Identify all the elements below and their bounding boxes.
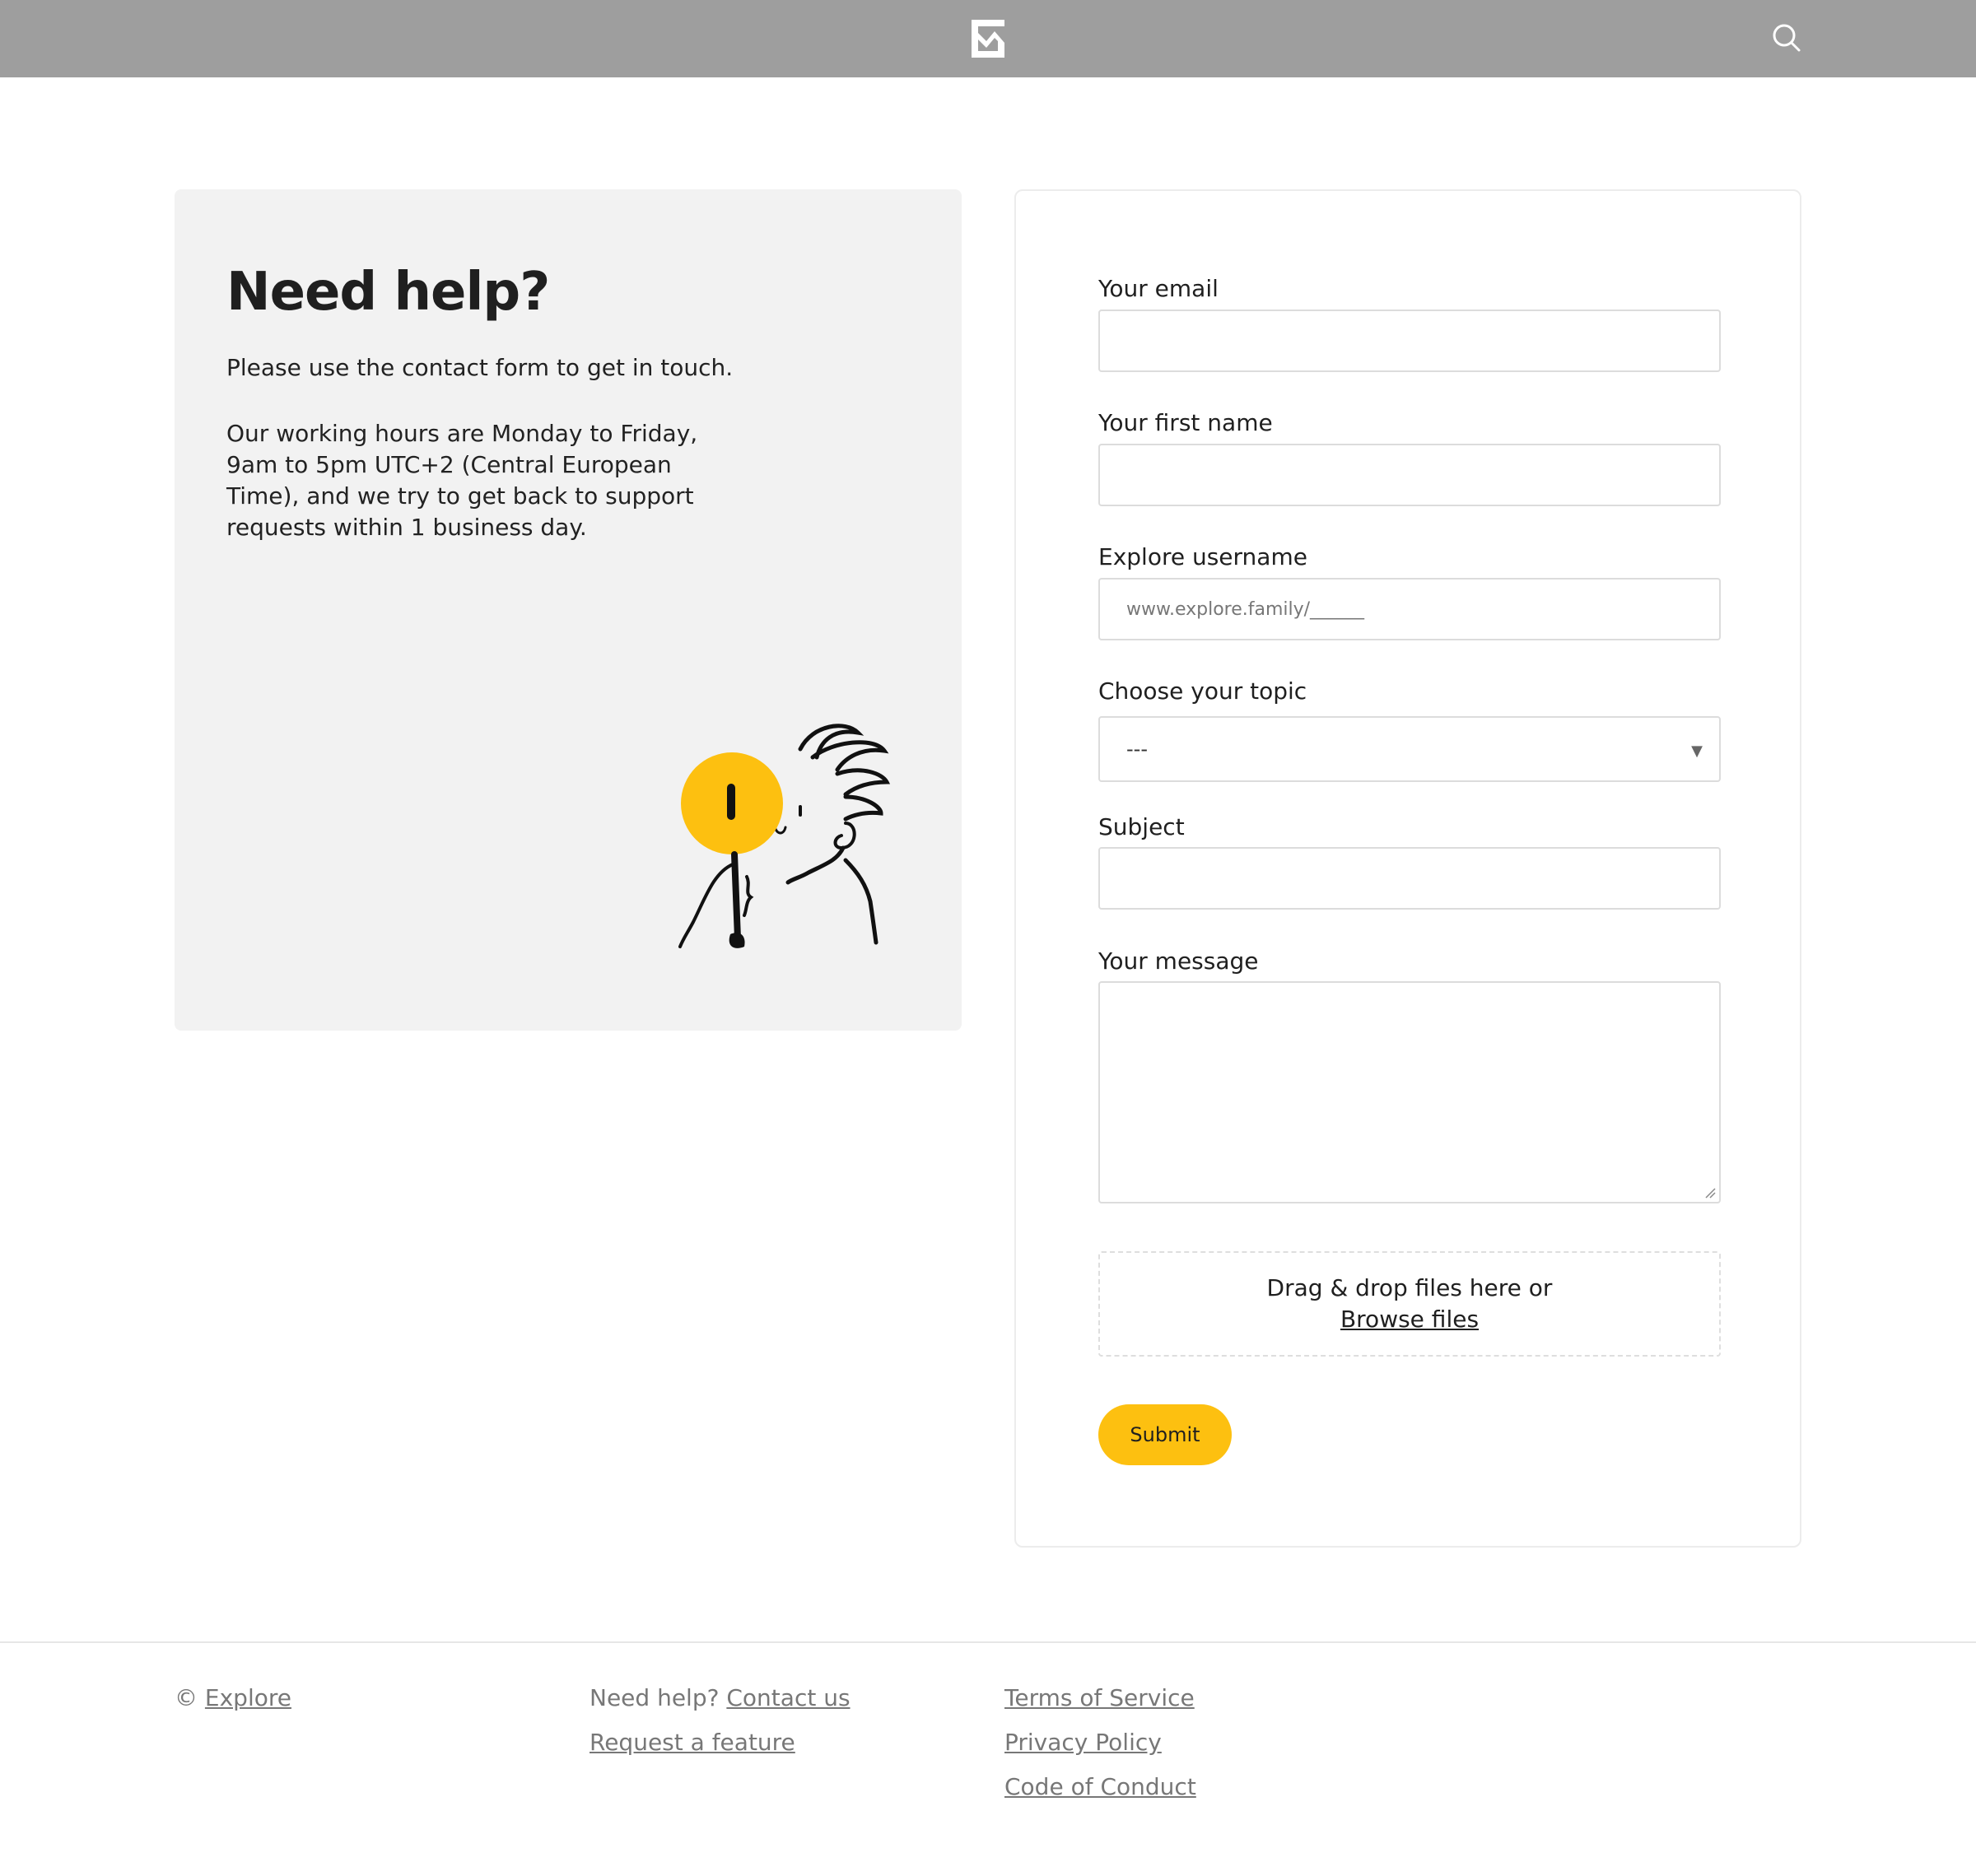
first-name-field[interactable] xyxy=(1098,444,1721,506)
footer-request: Request a feature xyxy=(590,1729,795,1756)
chevron-down-icon: ▼ xyxy=(1691,742,1703,760)
message-field[interactable] xyxy=(1098,981,1721,1203)
footer-copyright: © Explore xyxy=(175,1684,291,1711)
search-icon[interactable] xyxy=(1770,21,1803,54)
footer-brand-link[interactable]: Explore xyxy=(205,1684,291,1711)
dropzone-text: Drag & drop files here or xyxy=(1266,1274,1553,1301)
footer-divider xyxy=(0,1641,1976,1643)
first-name-label: Your first name xyxy=(1098,409,1273,436)
footer-privacy: Privacy Policy xyxy=(1004,1729,1162,1756)
footer-terms: Terms of Service xyxy=(1004,1684,1195,1711)
username-label: Explore username xyxy=(1098,543,1307,570)
terms-link[interactable]: Terms of Service xyxy=(1004,1684,1195,1711)
file-dropzone[interactable]: Drag & drop files here or Browse files xyxy=(1098,1251,1721,1357)
help-intro-text: Please use the contact form to get in to… xyxy=(226,354,734,381)
privacy-link[interactable]: Privacy Policy xyxy=(1004,1729,1162,1756)
request-feature-link[interactable]: Request a feature xyxy=(590,1729,795,1756)
need-help-text: Need help? xyxy=(590,1684,720,1711)
subject-field[interactable] xyxy=(1098,847,1721,910)
subject-label: Subject xyxy=(1098,813,1185,840)
username-field[interactable] xyxy=(1098,578,1721,640)
topic-label: Choose your topic xyxy=(1098,677,1307,705)
message-label: Your message xyxy=(1098,947,1259,975)
email-field[interactable] xyxy=(1098,310,1721,372)
top-bar xyxy=(0,0,1976,77)
explore-logo-icon[interactable] xyxy=(970,18,1006,59)
working-hours-text: Our working hours are Monday to Friday, … xyxy=(226,420,698,541)
person-with-magnifier-illustration xyxy=(678,724,891,948)
resize-handle-icon[interactable] xyxy=(1704,1187,1716,1199)
email-label: Your email xyxy=(1098,275,1219,302)
topic-selected-value: --- xyxy=(1126,738,1148,761)
footer-help: Need help? Contact us xyxy=(590,1684,851,1711)
copyright-symbol: © xyxy=(175,1684,198,1711)
contact-us-link[interactable]: Contact us xyxy=(726,1684,850,1711)
browse-files-link[interactable]: Browse files xyxy=(1100,1304,1719,1335)
help-panel: Need help? Please use the contact form t… xyxy=(175,189,962,1031)
conduct-link[interactable]: Code of Conduct xyxy=(1004,1773,1196,1800)
topic-select[interactable]: --- ▼ xyxy=(1098,716,1721,782)
footer-conduct: Code of Conduct xyxy=(1004,1773,1196,1800)
contact-form: Your email Your first name Explore usern… xyxy=(1014,189,1801,1548)
page-title: Need help? xyxy=(226,262,550,323)
submit-button[interactable]: Submit xyxy=(1098,1404,1232,1465)
